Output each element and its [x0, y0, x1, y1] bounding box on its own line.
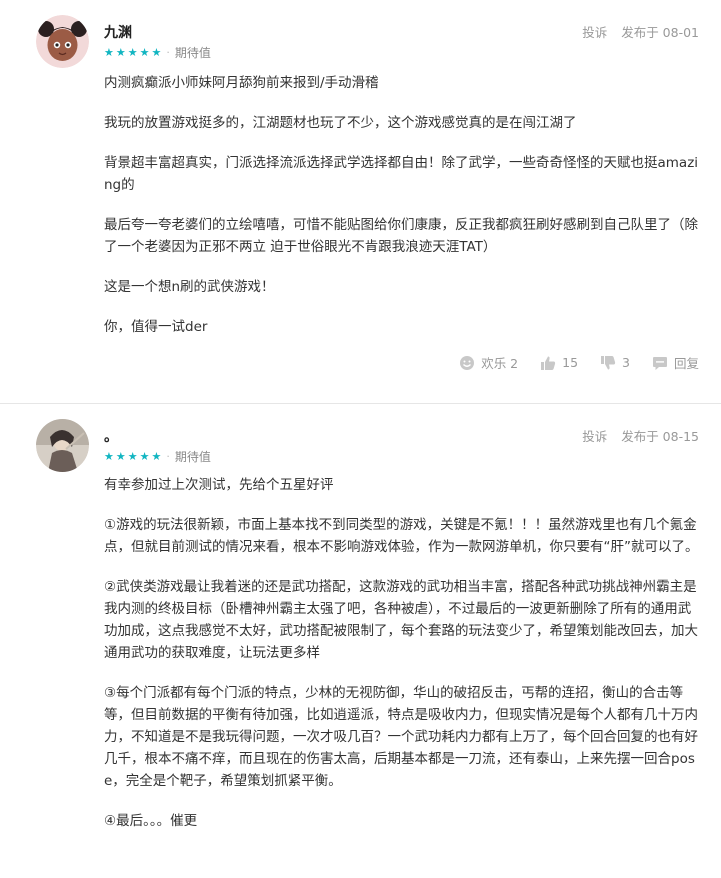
star-icon: ★ — [151, 449, 162, 463]
review-meta: 投诉 发布于 08-15 — [582, 426, 699, 445]
review-card: 九渊 ★ ★ ★ ★ ★ · 期待值 投诉 发布于 08-01 内测疯癫派小师妹… — [0, 0, 721, 404]
rating-label: 期待值 — [174, 450, 211, 464]
username[interactable]: 。 — [104, 426, 118, 446]
review-content: 内测疯癫派小师妹阿月舔狗前来报到/手动滑稽 我玩的放置游戏挺多的，江湖题材也玩了… — [104, 72, 700, 356]
review-paragraph: 有幸参加过上次测试，先给个五星好评 — [104, 477, 334, 493]
avatar[interactable] — [36, 419, 89, 472]
review-paragraph: 最后夸一夸老婆们的立绘嘻嘻，可惜不能贴图给你们康康，反正我都疯狂刷好感刷到自己队… — [104, 217, 698, 255]
username[interactable]: 九渊 — [104, 22, 132, 42]
review-meta: 投诉 发布于 08-01 — [582, 22, 699, 41]
review-content: 有幸参加过上次测试，先给个五星好评 ①游戏的玩法很新颖，市面上基本找不到同类型的… — [104, 474, 700, 850]
star-icon: ★ — [104, 45, 114, 59]
like-button[interactable]: 15 — [540, 355, 578, 371]
thumbs-up-icon — [541, 356, 556, 370]
star-icon: ★ — [151, 45, 162, 59]
star-icon: ★ — [115, 45, 126, 59]
rating-label: 期待值 — [174, 46, 211, 60]
review-actions: 欢乐 2 15 3 回复 — [459, 353, 699, 372]
review-paragraph: 你，值得一试der — [104, 319, 208, 335]
rating-row: ★ ★ ★ ★ ★ · 期待值 — [104, 44, 211, 61]
smile-icon — [460, 355, 475, 370]
like-count: 15 — [562, 355, 579, 370]
review-paragraph: ①游戏的玩法很新颖，市面上基本找不到同类型的游戏，关键是不氪！！！虽然游戏里也有… — [104, 517, 699, 555]
review-paragraph: ④最后。。。催更 — [104, 813, 198, 829]
review-paragraph: 这是一个想n刷的武侠游戏！ — [104, 279, 275, 295]
report-link[interactable]: 投诉 — [582, 426, 607, 445]
review-paragraph: 我玩的放置游戏挺多的，江湖题材也玩了不少，这个游戏感觉真的是在闯江湖了 — [104, 115, 577, 131]
dislike-button[interactable]: 3 — [600, 355, 630, 371]
rating-row: ★ ★ ★ ★ ★ · 期待值 — [104, 448, 211, 465]
star-icon: ★ — [127, 449, 138, 463]
star-icon: ★ — [139, 45, 150, 59]
star-icon: ★ — [115, 449, 126, 463]
review-paragraph: 内测疯癫派小师妹阿月舔狗前来报到/手动滑稽 — [104, 75, 379, 91]
star-icon: ★ — [127, 45, 138, 59]
thumbs-down-icon — [601, 355, 616, 369]
separator-dot: · — [166, 450, 170, 463]
separator-dot: · — [166, 46, 170, 59]
post-date: 发布于 08-01 — [621, 25, 699, 40]
report-link[interactable]: 投诉 — [582, 22, 607, 41]
reply-label: 回复 — [673, 356, 699, 371]
fun-label: 欢乐 2 — [481, 356, 519, 371]
avatar-image — [36, 419, 89, 472]
post-date: 发布于 08-15 — [621, 429, 699, 444]
dislike-count: 3 — [622, 355, 630, 370]
star-icon: ★ — [104, 449, 114, 463]
review-paragraph: ③每个门派都有每个门派的特点，少林的无视防御，华山的破招反击，丐帮的连招，衡山的… — [104, 685, 698, 789]
reply-button[interactable]: 回复 — [652, 353, 699, 372]
fun-button[interactable]: 欢乐 2 — [459, 353, 518, 372]
review-paragraph: ②武侠类游戏最让我着迷的还是武功搭配，这款游戏的武功相当丰富，搭配各种武功挑战神… — [104, 579, 698, 661]
avatar-image — [36, 15, 89, 68]
review-paragraph: 背景超丰富超真实，门派选择流派选择武学选择都自由！除了武学，一些奇奇怪怪的天赋也… — [104, 155, 699, 193]
comment-icon — [652, 356, 667, 370]
avatar[interactable] — [36, 15, 89, 68]
review-card: 。 ★ ★ ★ ★ ★ · 期待值 投诉 发布于 08-15 有幸参加过上次测试… — [0, 404, 721, 878]
star-icon: ★ — [139, 449, 150, 463]
